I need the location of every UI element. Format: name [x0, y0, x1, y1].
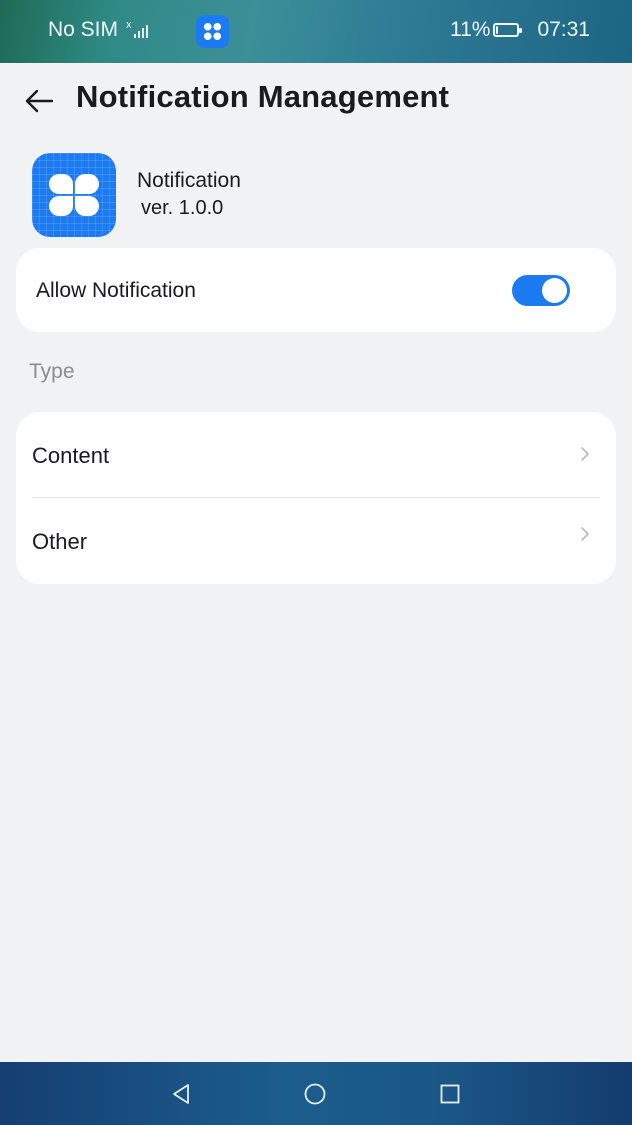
page-title: Notification Management: [76, 79, 450, 114]
app-version: ver. 1.0.0: [141, 197, 224, 219]
allow-notification-label: Allow Notification: [36, 279, 196, 302]
nav-recents-button[interactable]: [435, 1079, 465, 1109]
arrow-left-icon: [25, 89, 54, 113]
type-item-content[interactable]: Content: [16, 412, 616, 498]
battery-icon: [493, 23, 523, 37]
nav-back-button[interactable]: [166, 1079, 196, 1109]
chevron-right-icon: [578, 445, 592, 463]
signal-icon: x: [126, 20, 152, 40]
chevron-right-icon: [578, 525, 592, 543]
type-item-other[interactable]: Other: [16, 498, 616, 584]
list-item-label: Content: [32, 443, 110, 468]
list-item-label: Other: [32, 529, 88, 554]
toggle-knob: [542, 278, 567, 303]
back-button[interactable]: [18, 80, 60, 122]
status-right: 11% 07:31: [450, 18, 590, 42]
allow-notification-card: Allow Notification: [16, 248, 616, 332]
triangle-back-icon: [173, 1084, 189, 1104]
status-left: No SIM x: [48, 18, 152, 42]
battery-percent: 11%: [449, 18, 491, 41]
circle-home-icon: [304, 1083, 326, 1105]
type-list-card: Content Other: [16, 412, 616, 584]
allow-notification-toggle[interactable]: [512, 275, 570, 306]
app-notification-icon: [196, 15, 229, 48]
status-bar: No SIM x 11% 07:31: [0, 0, 632, 63]
nav-home-button[interactable]: [300, 1079, 330, 1109]
carrier-text: No SIM: [48, 18, 119, 41]
type-section-label: Type: [29, 360, 75, 383]
navigation-bar: [0, 1062, 632, 1125]
clock: 07:31: [537, 18, 590, 41]
app-name: Notification: [137, 169, 241, 192]
four-petal-app-icon: [32, 153, 116, 237]
square-recents-icon: [440, 1084, 460, 1104]
